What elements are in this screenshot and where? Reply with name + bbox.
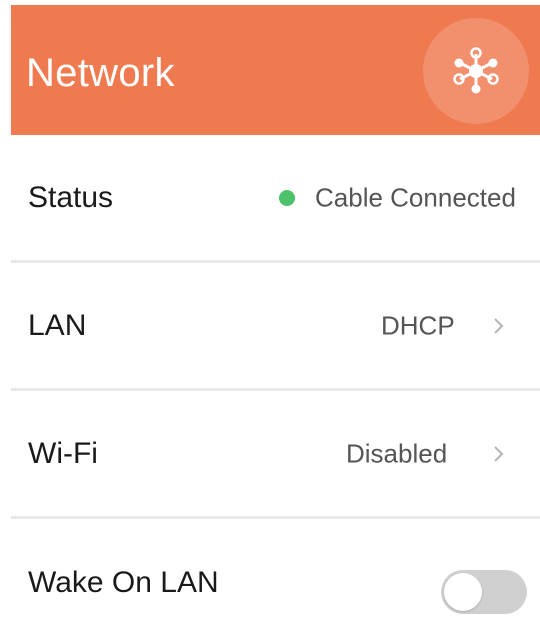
wifi-row[interactable]: Wi-Fi Disabled <box>11 391 540 519</box>
network-screen: Network Status Cable Connected LAN DHCP … <box>11 5 540 623</box>
wake-on-lan-toggle[interactable] <box>441 570 527 614</box>
status-row: Status Cable Connected <box>11 135 540 263</box>
header-bar: Network <box>11 5 540 135</box>
chevron-right-icon <box>494 445 504 462</box>
wake-on-lan-label: Wake On LAN <box>28 566 219 599</box>
lan-value: DHCP <box>381 310 455 340</box>
toggle-knob <box>444 573 482 611</box>
lan-label: LAN <box>28 308 87 342</box>
page-title: Network <box>26 51 175 95</box>
status-label: Status <box>28 180 114 214</box>
lan-row[interactable]: LAN DHCP <box>11 263 540 391</box>
wake-on-lan-row: Wake On LAN <box>11 519 540 623</box>
connection-status-indicator <box>279 189 295 206</box>
wifi-value: Disabled <box>346 438 448 468</box>
status-value: Cable Connected <box>315 182 516 212</box>
wifi-label: Wi-Fi <box>28 436 98 470</box>
network-topology-button[interactable] <box>423 18 529 124</box>
network-nodes-icon <box>453 47 499 94</box>
chevron-right-icon <box>494 317 504 334</box>
